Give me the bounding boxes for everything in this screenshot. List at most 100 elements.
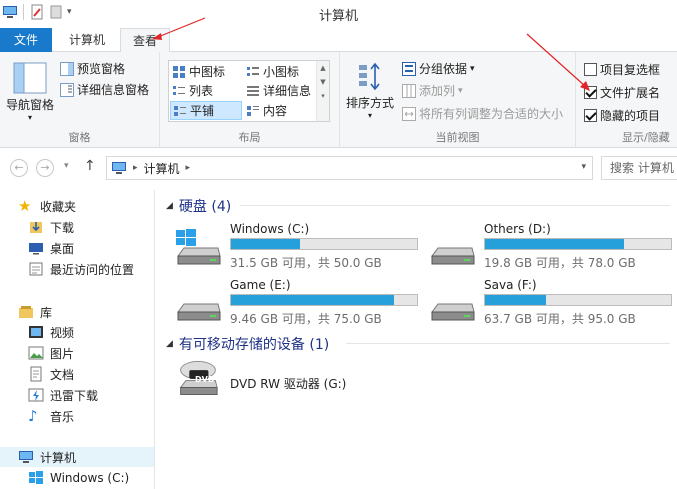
drive-usage-fill (485, 295, 547, 305)
details-pane-icon (60, 82, 74, 97)
content-icon (247, 105, 259, 116)
window-title: 计算机 (318, 9, 358, 24)
chevron-right-icon[interactable]: ▸ (186, 163, 191, 173)
drive-usage-fill (231, 295, 394, 305)
layout-content[interactable]: 内容 (244, 101, 316, 120)
nav-item-videos[interactable]: 视频 (28, 322, 74, 342)
collapse-icon[interactable]: ◢ (166, 339, 173, 349)
nav-label: 文档 (50, 367, 75, 382)
nav-item-downloads[interactable]: 下载 (28, 217, 74, 237)
expand-gallery-icon[interactable]: ▾ (317, 89, 329, 103)
panes-group-label: 窗格 (68, 131, 91, 144)
drive-name: Others (D:) (484, 222, 551, 236)
nav-item-libraries[interactable]: 库 (18, 302, 52, 322)
item-checkboxes-toggle[interactable]: 项目复选框 (584, 61, 660, 78)
address-bar[interactable]: ▸ 计算机 ▸ ▾ (106, 156, 593, 180)
hard-disks-group-header[interactable]: ◢ 硬盘 (4) (166, 196, 231, 216)
downloads-icon (30, 222, 42, 233)
section-divider (240, 205, 670, 206)
nav-label: 桌面 (50, 241, 75, 256)
group-by-icon (402, 61, 416, 76)
computer-icon (19, 451, 33, 463)
scroll-up-icon[interactable]: ▲ (317, 61, 329, 75)
small-icons-icon (247, 66, 259, 76)
current-view-group-label: 当前视图 (435, 131, 480, 144)
nav-item-music[interactable]: ♪ 音乐 (28, 406, 74, 426)
nav-item-computer[interactable]: 计算机 (0, 447, 154, 467)
layout-medium-icons[interactable]: 中图标 (170, 62, 242, 81)
drive-usage-bar (230, 238, 418, 250)
scroll-down-icon[interactable]: ▼ (317, 75, 329, 89)
nav-item-desktop[interactable]: 桌面 (28, 238, 74, 258)
size-all-columns-button[interactable]: 将所有列调整为合适的大小 (402, 105, 563, 122)
preview-pane-button[interactable]: 预览窗格 (60, 60, 125, 77)
nav-item-documents[interactable]: 文档 (28, 364, 74, 384)
nav-pane-label: 导航窗格 (6, 98, 55, 112)
drive-tile-c[interactable]: Windows (C:) 31.5 GB 可用，共 50.0 GB (174, 222, 424, 272)
ribbon-tabs: 文件 计算机 查看 (0, 28, 677, 53)
forward-button[interactable]: → (36, 159, 54, 177)
hard-disks-header: 硬盘 (4) (178, 199, 232, 215)
up-button[interactable]: ↑ (84, 158, 96, 174)
hidden-items-label: 隐藏的项目 (600, 109, 661, 123)
file-extensions-label: 文件扩展名 (600, 86, 661, 100)
layout-details[interactable]: 详细信息 (244, 81, 316, 100)
removable-group-header[interactable]: ◢ 有可移动存储的设备 (1) (166, 334, 329, 354)
search-input[interactable]: 搜索 计算机 (601, 156, 677, 180)
nav-item-favorites[interactable]: ★ 收藏夹 (18, 196, 76, 216)
back-button[interactable]: ← (10, 159, 28, 177)
recent-locations-icon[interactable]: ▾ (64, 161, 69, 171)
nav-item-pictures[interactable]: 图片 (28, 343, 74, 363)
tab-computer[interactable]: 计算机 (56, 28, 118, 52)
tab-file[interactable]: 文件 (0, 28, 52, 52)
hidden-items-checkbox[interactable] (584, 109, 597, 122)
pictures-icon (28, 346, 44, 360)
address-dropdown-icon[interactable]: ▾ (581, 162, 586, 172)
nav-label: 音乐 (50, 409, 75, 424)
item-checkboxes-checkbox[interactable] (584, 63, 597, 76)
address-path[interactable]: 计算机 (144, 160, 180, 177)
drive-tile-e[interactable]: Game (E:) 9.46 GB 可用，共 75.0 GB (174, 278, 424, 328)
nav-pane-button[interactable]: 导航窗格 ▾ (6, 62, 55, 122)
file-extensions-toggle[interactable]: 文件扩展名 (584, 84, 660, 101)
drive-tile-d[interactable]: Others (D:) 19.8 GB 可用，共 78.0 GB (428, 222, 677, 272)
details-pane-button[interactable]: 详细信息窗格 (60, 81, 149, 98)
layout-item-label: 平铺 (190, 104, 215, 118)
drive-name: Windows (C:) (230, 222, 310, 236)
nav-item-windows-c[interactable]: Windows (C:) (28, 468, 129, 488)
collapse-icon[interactable]: ◢ (166, 201, 173, 211)
file-extensions-checkbox[interactable] (584, 86, 597, 99)
tab-view[interactable]: 查看 (120, 28, 170, 53)
layout-tiles[interactable]: 平铺 (170, 101, 242, 120)
sort-icon (359, 62, 380, 91)
layout-item-label: 详细信息 (263, 84, 312, 98)
group-by-button[interactable]: 分组依据 ▾ (402, 60, 475, 77)
title-bar: ▾ 计算机 (0, 0, 677, 28)
nav-label: 迅雷下载 (50, 388, 99, 403)
dvd-badge: DVD (195, 375, 215, 384)
music-icon: ♪ (28, 407, 38, 425)
ribbon: 导航窗格 ▾ 预览窗格 详细信息窗格 窗格 布局 中图标 小图标 列表 详细信息… (0, 52, 677, 148)
add-columns-button[interactable]: 添加列 ▾ (402, 82, 463, 99)
star-icon: ★ (18, 197, 32, 215)
hidden-items-toggle[interactable]: 隐藏的项目 (584, 107, 660, 124)
nav-item-thunder[interactable]: 迅雷下载 (28, 385, 98, 405)
nav-label: 下载 (50, 220, 75, 235)
size-all-columns-label: 将所有列调整为合适的大小 (419, 107, 564, 121)
libraries-icon (19, 306, 33, 318)
drive-usage-bar (484, 294, 672, 306)
sort-by-button[interactable]: 排序方式 ▾ (346, 62, 394, 120)
tiles-icon (174, 105, 186, 116)
layout-item-label: 中图标 (189, 65, 226, 79)
layout-list[interactable]: 列表 (170, 81, 242, 100)
chevron-right-icon[interactable]: ▸ (133, 163, 138, 173)
layout-gallery-scrollbar[interactable]: ▲ ▼ ▾ (316, 61, 329, 121)
dvd-drive-name: DVD RW 驱动器 (G:) (230, 377, 347, 391)
nav-label: 库 (40, 305, 53, 320)
layout-small-icons[interactable]: 小图标 (244, 62, 316, 81)
add-columns-label: 添加列 (419, 84, 456, 98)
nav-item-recent[interactable]: 最近访问的位置 (28, 259, 134, 279)
drive-tile-f[interactable]: Sava (F:) 63.7 GB 可用，共 95.0 GB (428, 278, 677, 328)
current-view-group: 排序方式 ▾ 分组依据 ▾ 添加列 ▾ 将所有列调整为合适的大小 当前视图 (340, 52, 576, 148)
drive-tile-dvd[interactable]: DVD DVD RW 驱动器 (G:) (174, 358, 424, 408)
